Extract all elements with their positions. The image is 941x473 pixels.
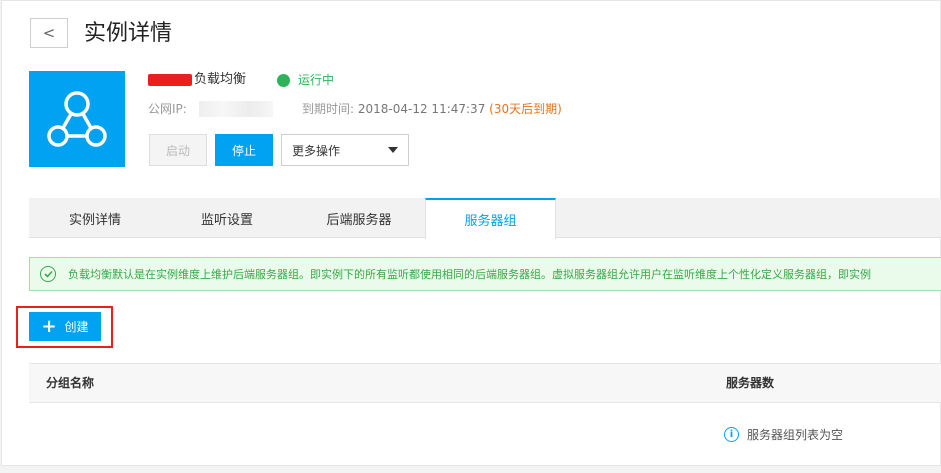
more-actions-label: 更多操作	[292, 143, 341, 158]
start-button[interactable]: 启动	[149, 134, 207, 166]
table-header: 分组名称 服务器数	[29, 363, 941, 403]
expire-value: 2018-04-12 11:47:37	[357, 102, 486, 116]
page-panel: < 实例详情 负载均衡 运行中 公网IP: 到期时间: 2018-04-12 1…	[1, 0, 941, 466]
expire-info: 到期时间: 2018-04-12 11:47:37 (30天后到期)	[302, 101, 562, 117]
info-icon: i	[724, 427, 739, 442]
status-text: 运行中	[298, 73, 335, 87]
status-badge: 运行中	[277, 71, 334, 89]
plus-icon: +	[41, 315, 57, 337]
expire-note: (30天后到期)	[489, 102, 562, 116]
notice-text: 负载均衡默认是在实例维度上维护后端服务器组。即实例下的所有监听都使用相同的后端服…	[68, 268, 871, 281]
redacted-name-mark	[148, 74, 192, 86]
load-balancer-icon	[29, 71, 125, 167]
tab-backend-servers[interactable]: 后端服务器	[293, 198, 425, 238]
check-circle-icon	[40, 266, 56, 282]
column-server-count: 服务器数	[726, 376, 775, 390]
instance-name: 负载均衡	[148, 71, 246, 89]
create-button-label: 创建	[64, 320, 89, 334]
create-button[interactable]: + 创建	[29, 312, 101, 341]
expire-label: 到期时间:	[302, 102, 355, 116]
public-ip-label: 公网IP:	[148, 102, 187, 116]
tab-instance-details[interactable]: 实例详情	[29, 198, 161, 238]
instance-name-suffix: 负载均衡	[194, 72, 247, 87]
back-button[interactable]: <	[30, 18, 68, 48]
column-group-name: 分组名称	[46, 376, 95, 390]
chevron-left-icon: <	[42, 24, 56, 42]
caret-down-icon	[388, 147, 398, 153]
page-title: 实例详情	[84, 21, 173, 46]
tab-listeners[interactable]: 监听设置	[161, 198, 293, 238]
public-ip-row: 公网IP:	[148, 101, 273, 117]
more-actions-dropdown[interactable]: 更多操作	[281, 134, 409, 166]
stop-button[interactable]: 停止	[215, 134, 273, 166]
info-notice: 负载均衡默认是在实例维度上维护后端服务器组。即实例下的所有监听都使用相同的后端服…	[29, 257, 941, 291]
tab-server-groups[interactable]: 服务器组	[425, 198, 556, 239]
status-dot-icon	[277, 73, 290, 87]
public-ip-redacted	[198, 101, 273, 117]
tab-bar: 实例详情 监听设置 后端服务器 服务器组	[29, 198, 941, 239]
empty-state: i 服务器组列表为空	[724, 426, 843, 443]
empty-state-text: 服务器组列表为空	[747, 428, 844, 442]
